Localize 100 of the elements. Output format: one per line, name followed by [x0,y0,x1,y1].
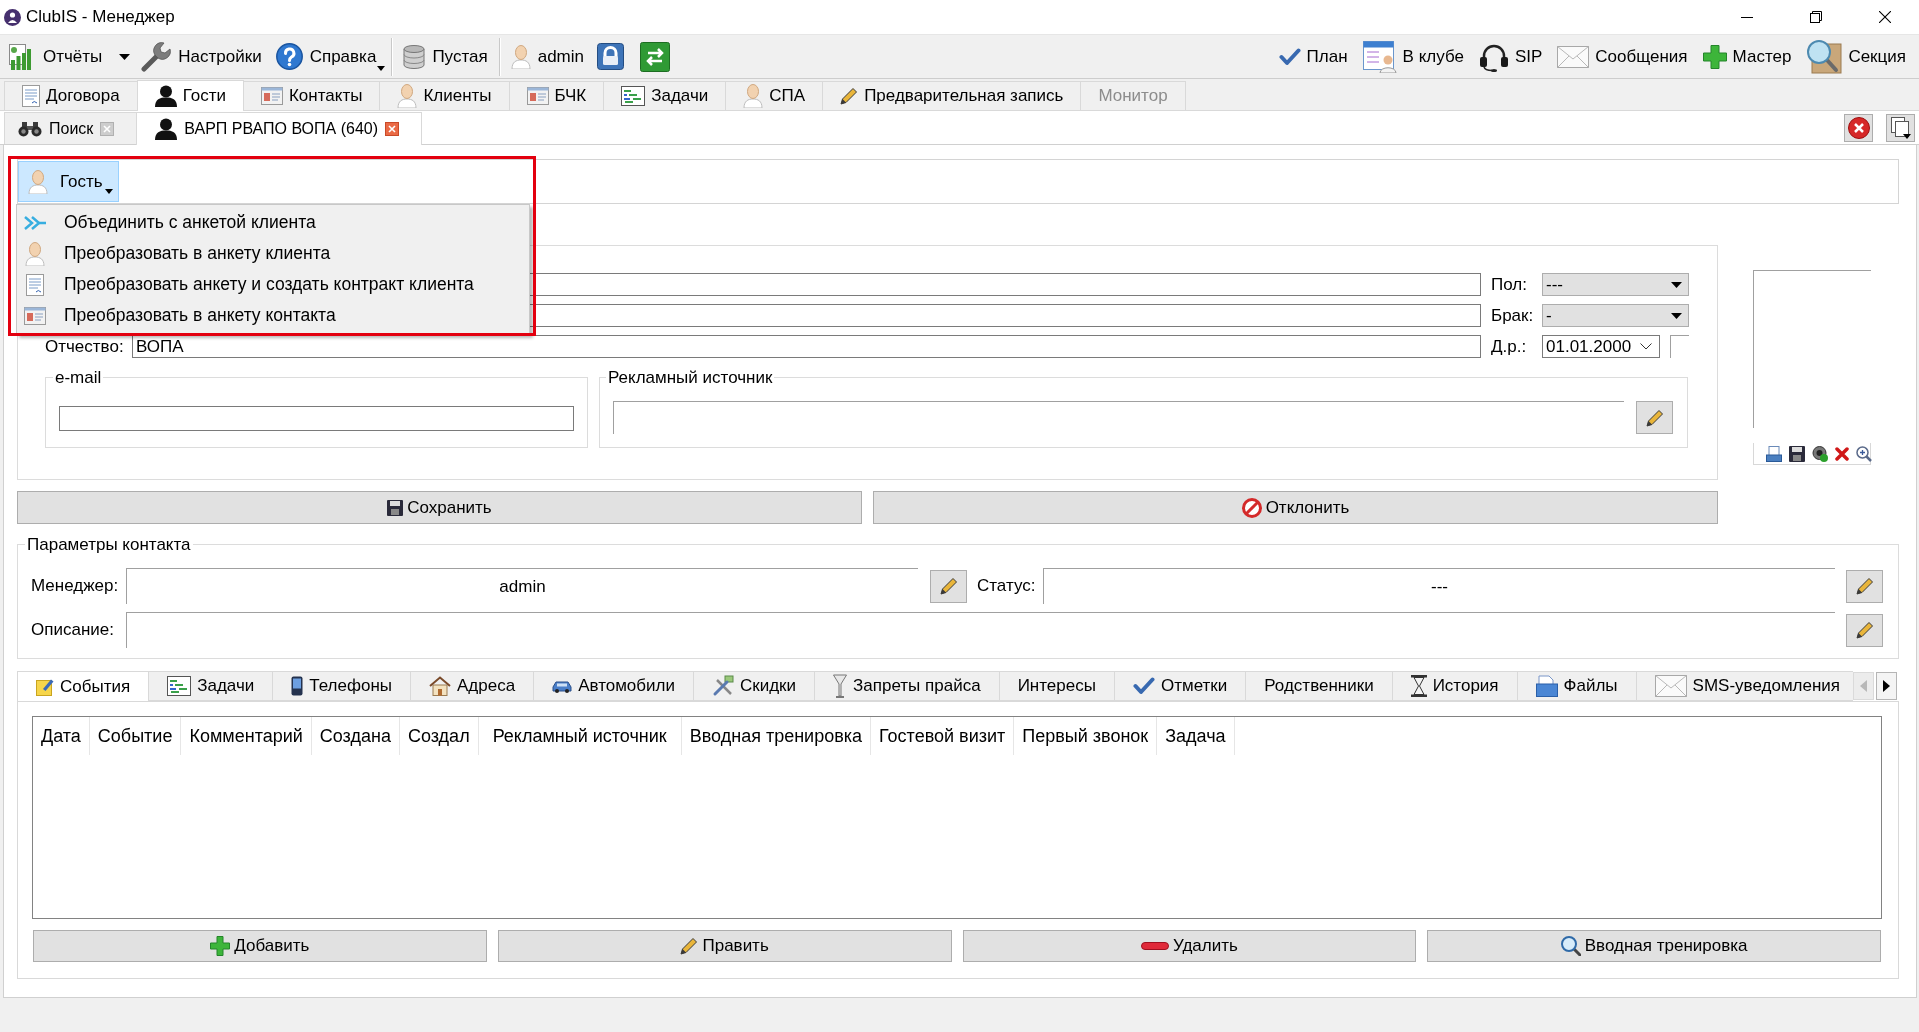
restore-icon[interactable] [1809,11,1822,23]
tab[interactable]: История [1391,671,1518,701]
database-icon [403,44,426,69]
email-field[interactable] [59,406,574,431]
toolbar-button[interactable]: Отчёты [4,37,108,76]
group-title: Рекламный источник [607,368,774,387]
document-icon [26,273,44,296]
date-field[interactable]: 01.01.2000 [1542,335,1660,358]
search-icon [1560,936,1581,956]
tab[interactable]: Адреса [410,671,535,701]
menu-item[interactable]: Преобразовать анкету и создать контракт клиента [17,269,529,300]
tab[interactable]: Автомобили [533,671,694,701]
text-field[interactable]: ВОПА [132,335,1481,358]
toolbar-button[interactable]: Сообщения [1552,37,1693,76]
funnel-icon [833,674,848,698]
column-header[interactable]: Создал [399,717,479,755]
lock-icon[interactable] [597,43,624,70]
menu-item[interactable]: Преобразовать в анкету контакта [17,300,529,331]
task-list-icon [167,676,192,696]
intro-training-button[interactable]: Вводная тренировка [1427,930,1881,962]
dropdown[interactable]: - [1542,304,1689,327]
tab[interactable]: Телефоны [272,671,411,701]
pencil-icon [1855,621,1874,639]
edit-button[interactable]: Править [497,930,952,962]
app-logo-icon [4,8,21,26]
toolbar-button[interactable]: Справка [266,37,386,76]
field-label: Брак: [1491,305,1535,326]
edit-button[interactable] [930,569,967,603]
envelope-icon [1557,45,1590,68]
tab[interactable]: Задачи [148,671,274,701]
column-header[interactable]: Рекламный источник [478,717,682,755]
tab[interactable]: Гости [136,80,244,111]
toolbar-button[interactable]: В клубе [1357,37,1469,76]
tab[interactable]: СПА [725,81,824,110]
delete-button[interactable]: Удалить [962,930,1417,962]
document-tab[interactable]: Поиск [4,112,138,144]
field-label: Пол: [1491,274,1528,295]
task-list-icon [621,86,646,106]
toolbar-button[interactable]: Настройки [136,37,267,76]
tab[interactable]: Файлы [1516,671,1637,701]
tab[interactable]: Скидки [693,671,816,701]
document-tray-icon[interactable] [1766,445,1782,462]
floppy-icon[interactable] [1789,445,1805,462]
tab[interactable]: События [17,671,150,701]
zoom-in-icon[interactable] [1856,445,1872,462]
plus-icon [1702,44,1727,69]
close-all-button[interactable] [1844,113,1873,142]
menu-item[interactable]: Преобразовать в анкету клиента [17,238,529,269]
reject-button[interactable]: Отклонить [873,491,1718,524]
edit-button[interactable] [1846,613,1883,647]
toolbar-button[interactable]: Пустая [398,37,493,76]
menu-item[interactable]: Объединить с анкетой клиента [17,207,529,238]
text-field[interactable]: admin [126,568,918,604]
column-header[interactable]: Гостевой визит [871,717,1015,755]
tab[interactable]: Отметки [1113,671,1247,701]
toolbar-button[interactable]: Секция [1801,37,1911,76]
swap-arrows-icon[interactable] [640,41,670,72]
text-field[interactable]: --- [1043,568,1835,604]
scroll-right-button[interactable] [1876,672,1897,700]
tab[interactable]: Запреты прайса [814,671,1000,701]
mobile-phone-icon [291,676,304,696]
wrench-icon [141,41,172,72]
caret-icon [104,189,113,194]
caret-icon[interactable] [119,53,131,60]
tab[interactable]: Интересы [998,671,1115,701]
blank-field[interactable] [1670,335,1689,358]
tab[interactable]: Родственники [1245,671,1393,701]
column-header[interactable]: Создана [311,717,400,755]
column-header[interactable]: Первый звонок [1014,717,1158,755]
toolbar-button[interactable]: План [1273,37,1353,76]
magnifier-box-icon [1806,39,1843,74]
field-label: Статус: [977,576,1037,596]
pencil-icon [1645,408,1664,427]
dropdown[interactable]: --- [1542,273,1689,296]
column-header[interactable]: Событие [89,717,182,755]
cross-icon[interactable] [1835,446,1849,461]
toolbar-button[interactable]: admin [505,37,589,76]
windows-button[interactable] [1886,113,1915,142]
save-button[interactable]: Сохранить [17,491,862,524]
document-tab[interactable]: ВАРП РВАПО ВОПА (640) [136,112,423,145]
edit-button[interactable] [1636,401,1673,434]
minimize-icon[interactable] [1740,16,1753,18]
plus-icon [210,936,231,956]
toolbar-button[interactable]: Мастер [1697,37,1797,76]
webcam-icon[interactable] [1812,445,1828,462]
add-button[interactable]: Добавить [33,930,487,962]
pencil-icon [1855,577,1874,595]
column-header[interactable]: Задача [1157,717,1235,755]
edit-button[interactable] [1846,569,1883,603]
toolbar-button[interactable]: SIP [1473,37,1548,76]
tab[interactable]: Договора [4,81,138,110]
caret-icon [1671,312,1682,319]
house-icon [429,676,451,696]
tab[interactable]: SMS-уведомления [1635,671,1853,701]
tab[interactable]: Клиенты [379,81,510,110]
column-header[interactable]: Вводная тренировка [681,717,872,755]
column-header[interactable]: Дата [33,717,90,755]
guest-menu-button[interactable]: Гость [18,161,119,202]
close-icon[interactable] [1878,11,1891,23]
column-header[interactable]: Комментарий [181,717,312,755]
